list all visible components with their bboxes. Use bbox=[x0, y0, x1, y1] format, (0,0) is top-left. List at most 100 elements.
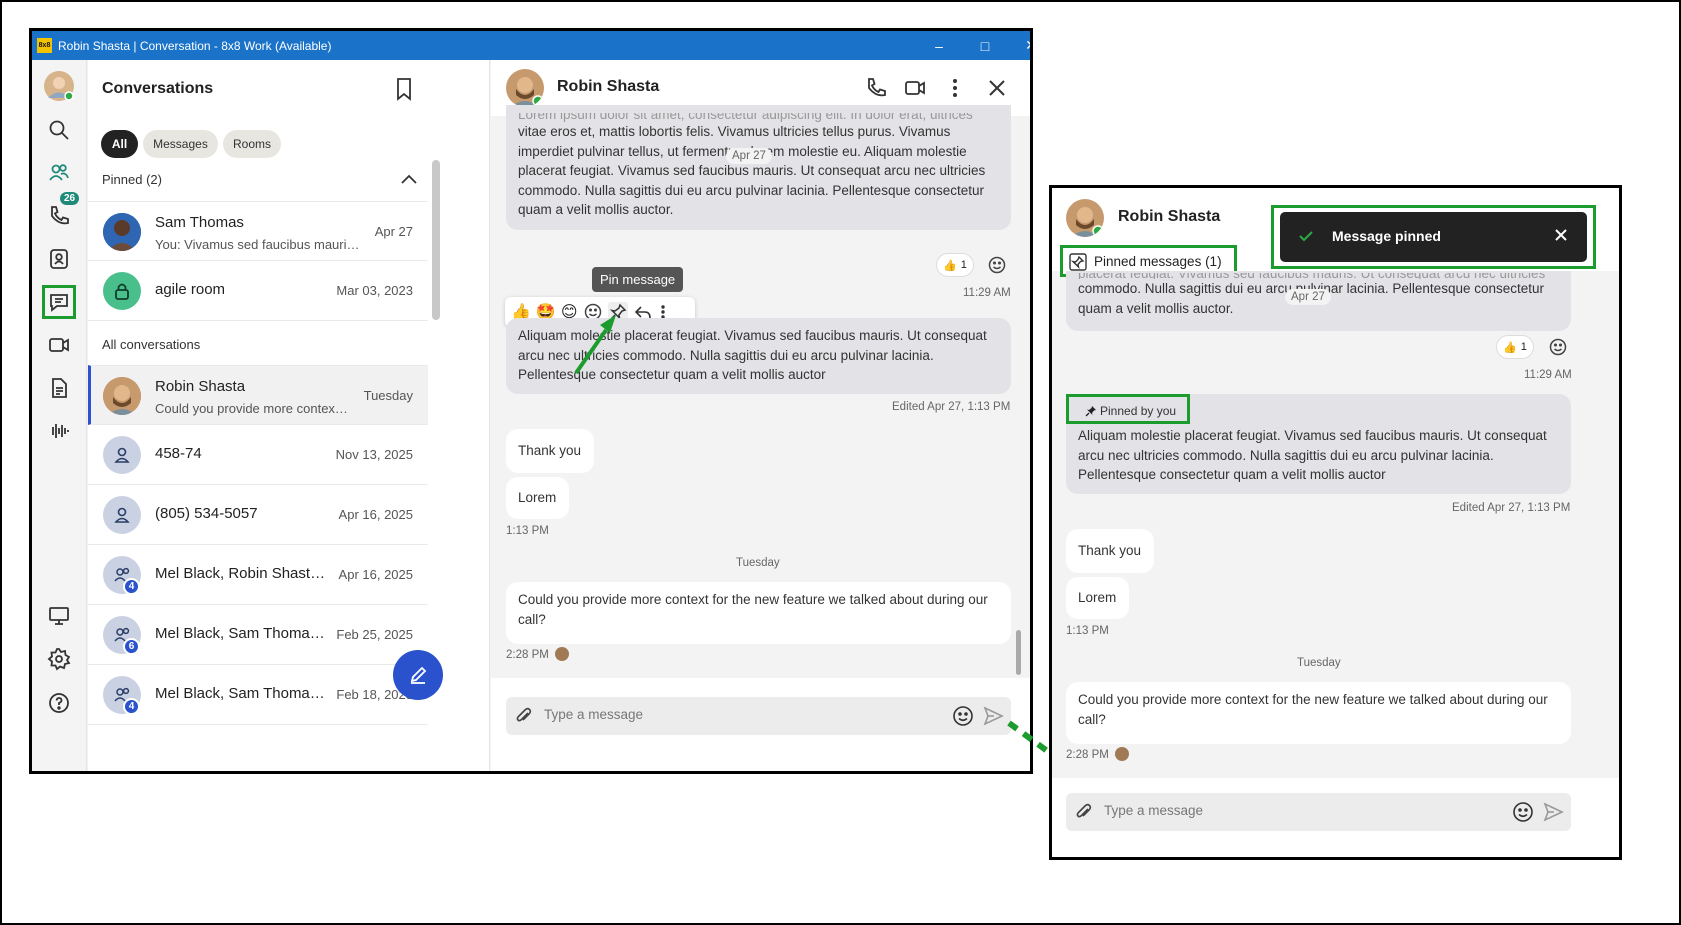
message-bubble[interactable]: Thank you bbox=[1066, 529, 1154, 573]
conversation-row[interactable]: 458-74 Nov 13, 2025 bbox=[88, 425, 428, 485]
settings-gear-icon[interactable] bbox=[42, 642, 76, 676]
message-bubble[interactable]: Lorem bbox=[1066, 577, 1129, 619]
participant-count-badge: 6 bbox=[123, 638, 140, 655]
user-avatar[interactable] bbox=[42, 69, 76, 103]
scrollbar-thumb[interactable] bbox=[432, 160, 440, 320]
message-text: Could you provide more context for the n… bbox=[1078, 692, 1548, 727]
date-chip: Apr 27 bbox=[1285, 289, 1331, 305]
close-toast-icon[interactable] bbox=[1553, 227, 1569, 246]
message-text: Could you provide more context for the n… bbox=[518, 592, 988, 627]
message-bubble[interactable]: Lorem ipsum dolor sit amet, consectetur … bbox=[506, 105, 1011, 230]
message-bubble[interactable]: Could you provide more context for the n… bbox=[506, 582, 1011, 644]
conversation-row[interactable]: 6 Mel Black, Sam Thoma… Feb 25, 2025 bbox=[88, 605, 428, 665]
video-call-icon[interactable] bbox=[903, 76, 927, 105]
close-window-button[interactable]: ✕ bbox=[1008, 31, 1030, 60]
thumbs-up-icon: 👍 bbox=[1503, 341, 1517, 354]
call-phone-icon[interactable] bbox=[864, 76, 888, 105]
message-bubble[interactable]: Could you provide more context for the n… bbox=[1066, 682, 1571, 744]
emoji-picker-icon[interactable] bbox=[1511, 800, 1535, 829]
filter-all-chip[interactable]: All bbox=[101, 130, 138, 158]
message-bubble[interactable]: Lorem bbox=[506, 477, 569, 519]
conversation-row[interactable]: 4 Mel Black, Robin Shast… Apr 16, 2025 bbox=[88, 545, 428, 605]
message-time: 11:29 AM bbox=[1524, 369, 1572, 381]
message-bubble[interactable]: Thank you bbox=[506, 429, 594, 473]
video-icon[interactable] bbox=[42, 328, 76, 362]
conversation-name: Robin Shasta bbox=[155, 378, 246, 395]
filter-messages-chip[interactable]: Messages bbox=[143, 130, 218, 158]
message-input-box[interactable]: Type a message bbox=[1066, 793, 1571, 831]
search-icon[interactable] bbox=[42, 113, 76, 147]
conversation-row[interactable]: (805) 534-5057 Apr 16, 2025 bbox=[88, 485, 428, 545]
conversation-name: Sam Thomas bbox=[155, 214, 244, 231]
close-chat-icon[interactable] bbox=[985, 76, 1009, 105]
check-icon bbox=[1298, 228, 1314, 247]
emoji-picker-icon[interactable] bbox=[951, 704, 975, 733]
conversation-preview: Could you provide more contex… bbox=[155, 401, 348, 416]
conversation-row-selected[interactable]: Robin Shasta Could you provide more cont… bbox=[88, 365, 428, 425]
message-input-box[interactable]: Type a message bbox=[506, 697, 1011, 735]
message-text: Lorem bbox=[518, 490, 557, 505]
read-receipt-avatar bbox=[1115, 747, 1129, 761]
app-logo: 8x8 bbox=[37, 38, 52, 53]
voicemail-icon[interactable] bbox=[42, 414, 76, 448]
window-title: Robin Shasta | Conversation - 8x8 Work (… bbox=[58, 38, 332, 53]
send-icon[interactable] bbox=[1542, 801, 1564, 828]
conversation-row[interactable]: Sam Thomas You: Vivamus sed faucibus mau… bbox=[88, 201, 428, 261]
chat-pane: Robin Shasta Lorem ipsum dolor sit amet,… bbox=[491, 60, 1030, 771]
messages-icon[interactable] bbox=[42, 285, 76, 319]
message-text: vitae eros et, mattis lobortis felis. Vi… bbox=[518, 124, 986, 217]
maximize-button[interactable]: □ bbox=[962, 31, 1008, 60]
pin-message-tooltip: Pin message bbox=[592, 267, 684, 292]
document-icon[interactable] bbox=[42, 371, 76, 405]
message-text: Aliquam molestie placerat feugiat. Vivam… bbox=[518, 328, 987, 382]
add-reaction-icon[interactable] bbox=[1548, 337, 1568, 357]
lock-icon bbox=[103, 272, 141, 310]
message-input-placeholder[interactable]: Type a message bbox=[1104, 803, 1203, 818]
conversation-date: Apr 16, 2025 bbox=[338, 567, 413, 582]
add-reaction-icon[interactable] bbox=[987, 255, 1007, 275]
edited-label: Edited Apr 27, 1:13 PM bbox=[892, 401, 1011, 413]
reaction-chip[interactable]: 👍 1 bbox=[936, 253, 974, 277]
toast-text: Message pinned bbox=[1332, 228, 1441, 244]
message-input-placeholder[interactable]: Type a message bbox=[544, 707, 643, 722]
bookmark-icon[interactable] bbox=[393, 76, 415, 102]
conversation-name: Mel Black, Sam Thoma… bbox=[155, 685, 325, 702]
conversations-pane: Conversations All Messages Rooms Pinned … bbox=[88, 60, 490, 771]
conversation-row[interactable]: agile room Mar 03, 2023 bbox=[88, 261, 428, 321]
attachment-paperclip-icon[interactable] bbox=[514, 706, 534, 731]
pinned-result-panel: Robin Shasta Pinned messages (1) Message… bbox=[1049, 185, 1622, 860]
contacts-icon[interactable] bbox=[42, 156, 76, 190]
conversation-date: Tuesday bbox=[363, 388, 413, 403]
avatar bbox=[103, 377, 141, 415]
conversation-date: Nov 13, 2025 bbox=[335, 447, 413, 462]
person-icon bbox=[103, 436, 141, 474]
reaction-count: 1 bbox=[1520, 341, 1527, 353]
attachment-paperclip-icon[interactable] bbox=[1074, 802, 1094, 827]
more-options-icon[interactable] bbox=[943, 76, 967, 105]
phone-icon[interactable]: 26 bbox=[42, 192, 80, 233]
avatar bbox=[103, 213, 141, 251]
conversations-title: Conversations bbox=[102, 80, 214, 97]
filter-rooms-chip[interactable]: Rooms bbox=[223, 130, 281, 158]
chat-scrollbar[interactable] bbox=[1016, 630, 1021, 675]
help-icon[interactable] bbox=[42, 686, 76, 720]
desktop-icon[interactable] bbox=[42, 599, 76, 633]
conversation-row[interactable]: 4 Mel Black, Sam Thoma… Feb 18, 2025 bbox=[88, 665, 428, 725]
reaction-chip[interactable]: 👍 1 bbox=[1496, 335, 1534, 359]
message-text: Thank you bbox=[518, 443, 582, 458]
compose-pencil-button[interactable] bbox=[393, 650, 443, 700]
thumbs-up-icon: 👍 bbox=[943, 259, 957, 272]
message-bubble[interactable]: Aliquam molestie placerat feugiat. Vivam… bbox=[506, 318, 1011, 394]
conversation-name: 458-74 bbox=[155, 445, 202, 462]
contact-avatar bbox=[506, 69, 544, 107]
calls-badge: 26 bbox=[60, 192, 80, 205]
contact-avatar bbox=[1066, 199, 1104, 237]
day-separator: Tuesday bbox=[1297, 657, 1341, 669]
message-time: 2:28 PM bbox=[1066, 749, 1109, 761]
send-icon[interactable] bbox=[982, 705, 1004, 732]
minimize-button[interactable]: – bbox=[916, 31, 962, 60]
screenshot-canvas: 8x8 Robin Shasta | Conversation - 8x8 Wo… bbox=[0, 0, 1681, 925]
message-pinned-toast: Message pinned bbox=[1280, 212, 1587, 262]
chevron-up-icon[interactable] bbox=[400, 172, 418, 186]
directory-icon[interactable] bbox=[42, 242, 76, 276]
